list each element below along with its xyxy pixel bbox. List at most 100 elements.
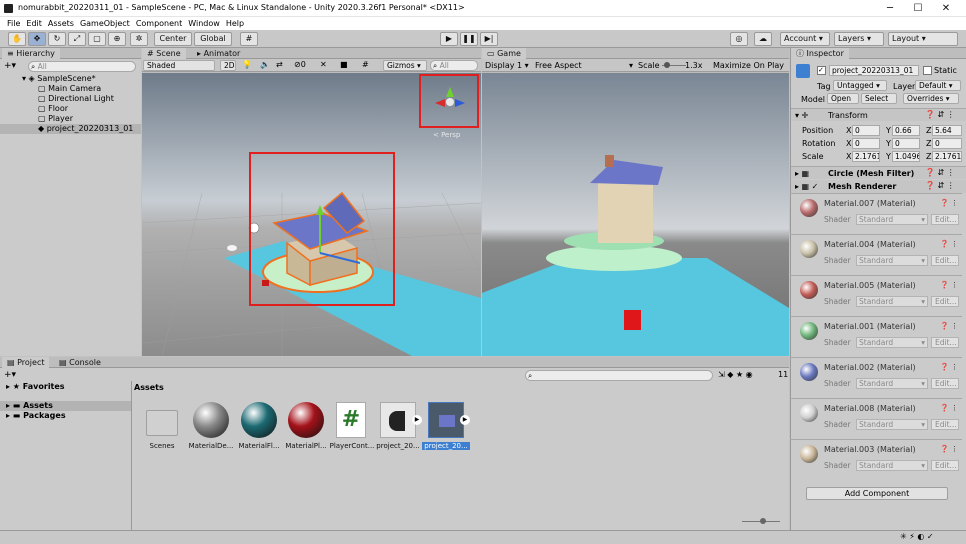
select-button[interactable]: Select — [861, 93, 897, 104]
pivot-center-button[interactable]: Center — [154, 32, 192, 46]
status-icons[interactable]: ✳ ⚡ ◐ ✓ — [900, 532, 934, 541]
rotate-tool-icon[interactable]: ↻ — [48, 32, 66, 46]
project-search-input[interactable]: ⌕ — [525, 370, 713, 381]
shader-edit-button[interactable]: Edit... — [931, 460, 959, 471]
filter-icons[interactable]: ⇲ ◆ ★ ◉ — [718, 370, 753, 379]
mesh-renderer-menu-icon[interactable]: ❓ ⇵ ⋮ — [925, 181, 955, 190]
hierarchy-item[interactable]: ▢ Directional Light — [38, 94, 114, 104]
layer-dropdown[interactable]: Default ▾ — [915, 80, 961, 91]
effects-icon[interactable]: ⇄ — [276, 60, 283, 69]
rotation-y-field[interactable]: 0 — [892, 138, 920, 149]
shader-dropdown[interactable]: Standard ▾ — [856, 337, 928, 348]
shader-edit-button[interactable]: Edit... — [931, 378, 959, 389]
transform-tool-icon[interactable]: ⊕ — [108, 32, 126, 46]
shader-edit-button[interactable]: Edit... — [931, 214, 959, 225]
tab-game[interactable]: ▭ Game — [482, 48, 526, 59]
pause-button[interactable]: ❚❚ — [460, 32, 478, 46]
scene-search-input[interactable]: ⌕ All — [430, 60, 478, 71]
mesh-filter-menu-icon[interactable]: ❓ ⇵ ⋮ — [925, 168, 955, 177]
shader-dropdown[interactable]: Standard ▾ — [856, 255, 928, 266]
custom-tool-icon[interactable]: ✲ — [130, 32, 148, 46]
hierarchy-search-input[interactable]: ⌕ All — [28, 61, 136, 72]
maximize-button[interactable]: ☐ — [906, 2, 930, 15]
display-dropdown[interactable]: Display 1 ▾ — [485, 61, 529, 70]
menu-help[interactable]: Help — [223, 17, 247, 30]
hierarchy-item[interactable]: ▢ Floor — [38, 104, 68, 114]
tab-inspector[interactable]: ⓘ Inspector — [791, 48, 849, 59]
position-x-field[interactable]: 0 — [852, 125, 880, 136]
shader-dropdown[interactable]: Standard ▾ — [856, 419, 928, 430]
scale-slider-thumb[interactable] — [664, 62, 670, 68]
hidden-objects-icon[interactable]: ⊘0 — [294, 60, 306, 69]
camera-icon[interactable]: ■ — [340, 60, 348, 69]
create-asset-button[interactable]: +▾ — [4, 370, 16, 380]
game-viewport[interactable] — [482, 73, 789, 356]
material-menu-icon[interactable]: ❓ ⋮ — [940, 404, 958, 412]
material-menu-icon[interactable]: ❓ ⋮ — [940, 281, 958, 289]
shading-dropdown[interactable]: Shaded — [143, 60, 215, 71]
favorites-item[interactable]: ▸ ★ Favorites — [6, 382, 65, 392]
lighting-icon[interactable]: 💡 — [242, 60, 252, 69]
tab-console[interactable]: ▤ Console — [54, 357, 106, 368]
layout-dropdown[interactable]: Layout ▾ — [888, 32, 958, 46]
scene-root-item[interactable]: ▾ ◈ SampleScene* — [22, 74, 96, 84]
step-button[interactable]: ▶| — [480, 32, 498, 46]
2d-toggle[interactable]: 2D — [220, 60, 236, 71]
menu-edit[interactable]: Edit — [23, 17, 45, 30]
scale-x-field[interactable]: 2.17613 — [852, 151, 880, 162]
rotation-x-field[interactable]: 0 — [852, 138, 880, 149]
menu-assets[interactable]: Assets — [45, 17, 77, 30]
add-component-button[interactable]: Add Component — [806, 487, 948, 500]
scale-y-field[interactable]: 1.04962 — [892, 151, 920, 162]
scale-tool-icon[interactable]: ⤢ — [68, 32, 86, 46]
close-button[interactable]: ✕ — [934, 2, 958, 15]
grid-snap-icon[interactable]: # — [240, 32, 258, 46]
menu-file[interactable]: File — [4, 17, 23, 30]
hierarchy-item[interactable]: ▢ Player — [38, 114, 73, 124]
shader-dropdown[interactable]: Standard ▾ — [856, 460, 928, 471]
scale-z-field[interactable]: 2.17613 — [932, 151, 962, 162]
material-menu-icon[interactable]: ❓ ⋮ — [940, 363, 958, 371]
hand-tool-icon[interactable]: ✋ — [8, 32, 26, 46]
mesh-filter-header[interactable]: ▸ ▦ Circle (Mesh Filter) ❓ ⇵ ⋮ — [791, 166, 966, 179]
menu-window[interactable]: Window — [185, 17, 223, 30]
maximize-on-play-toggle[interactable]: Maximize On Play — [713, 61, 784, 70]
object-name-field[interactable]: project_20220313_01 — [829, 65, 919, 76]
shader-edit-button[interactable]: Edit... — [931, 419, 959, 430]
menu-gameobject[interactable]: GameObject — [77, 17, 133, 30]
assets-folder-item[interactable]: ▸ ▬ Assets — [0, 401, 131, 411]
rotation-z-field[interactable]: 0 — [932, 138, 962, 149]
packages-folder-item[interactable]: ▸ ▬ Packages — [6, 411, 66, 421]
shader-edit-button[interactable]: Edit... — [931, 255, 959, 266]
position-z-field[interactable]: 5.64 — [932, 125, 962, 136]
tag-dropdown[interactable]: Untagged ▾ — [833, 80, 887, 91]
shader-edit-button[interactable]: Edit... — [931, 296, 959, 307]
account-dropdown[interactable]: Account ▾ — [780, 32, 830, 46]
tab-hierarchy[interactable]: ≡ Hierarchy — [2, 48, 60, 59]
transform-header[interactable]: ▾ ✛ Transform ❓ ⇵ ⋮ — [791, 108, 966, 121]
material-menu-icon[interactable]: ❓ ⋮ — [940, 445, 958, 453]
active-checkbox[interactable]: ✓ — [817, 66, 826, 75]
tools-icon[interactable]: ✕ — [320, 60, 327, 69]
gizmos-dropdown[interactable]: Gizmos ▾ — [383, 60, 427, 71]
scene-viewport[interactable]: < Persp — [142, 73, 481, 356]
tab-project[interactable]: ▤ Project — [2, 357, 50, 368]
play-button[interactable]: ▶ — [440, 32, 458, 46]
position-y-field[interactable]: 0.66 — [892, 125, 920, 136]
overrides-dropdown[interactable]: Overrides ▾ — [903, 93, 959, 104]
material-menu-icon[interactable]: ❓ ⋮ — [940, 322, 958, 330]
hierarchy-item[interactable]: ▢ Main Camera — [38, 84, 101, 94]
tab-animator[interactable]: ▸ Animator — [192, 48, 245, 59]
pivot-global-button[interactable]: Global — [194, 32, 232, 46]
minimize-button[interactable]: ─ — [878, 2, 902, 15]
layers-dropdown[interactable]: Layers ▾ — [834, 32, 884, 46]
shader-edit-button[interactable]: Edit... — [931, 337, 959, 348]
shader-dropdown[interactable]: Standard ▾ — [856, 296, 928, 307]
aspect-dropdown[interactable]: Free Aspect ▾ — [535, 61, 633, 70]
material-menu-icon[interactable]: ❓ ⋮ — [940, 240, 958, 248]
move-tool-icon[interactable]: ✥ — [28, 32, 46, 46]
collab-icon[interactable]: ◎ — [730, 32, 748, 46]
mesh-renderer-header[interactable]: ▸ ▦ ✓ Mesh Renderer ❓ ⇵ ⋮ — [791, 180, 966, 193]
static-checkbox[interactable] — [923, 66, 932, 75]
zoom-slider-thumb[interactable] — [760, 518, 766, 524]
